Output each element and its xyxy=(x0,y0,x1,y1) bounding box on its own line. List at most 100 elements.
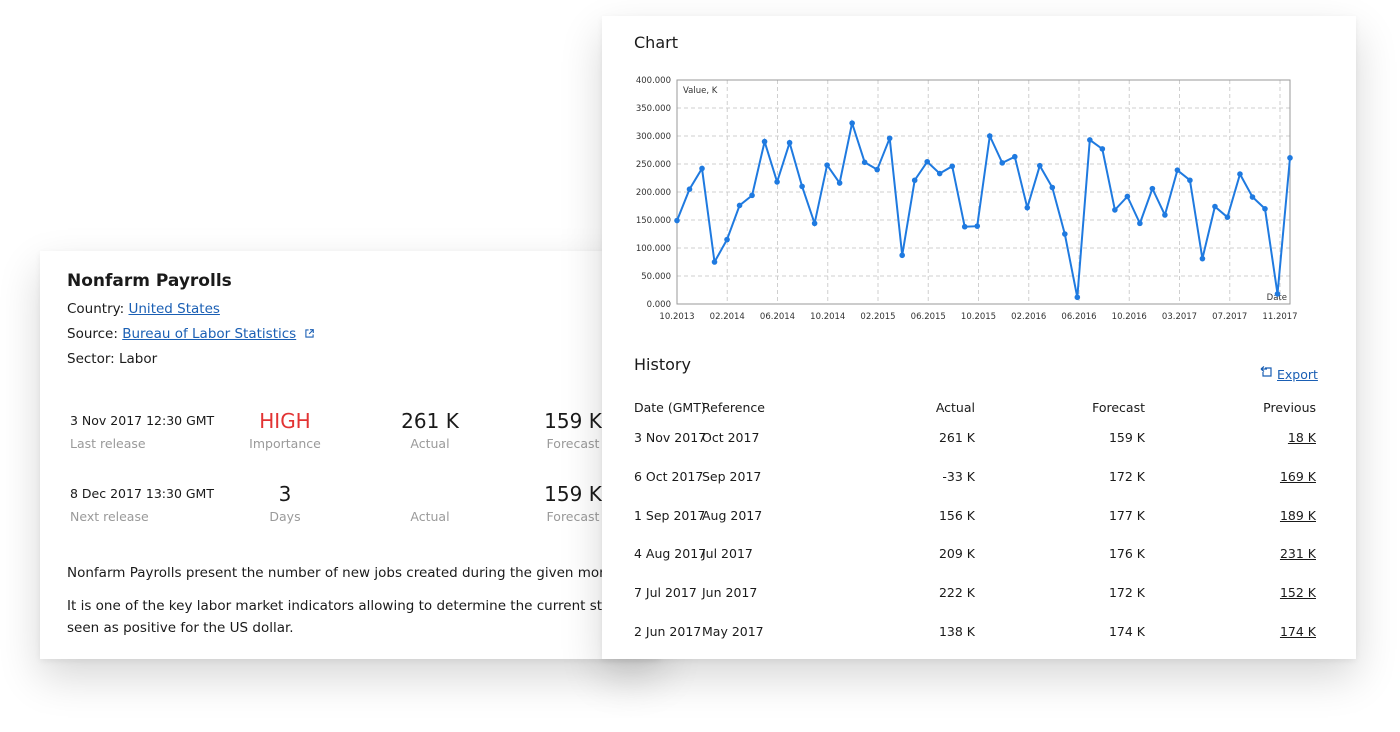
y-tick-label: 0.000 xyxy=(647,300,671,310)
table-row-cell: 138 K xyxy=(875,624,975,639)
cell-previous[interactable]: 18 K xyxy=(1288,430,1316,445)
table-row-cell: 152 K xyxy=(1216,585,1316,600)
x-tick-label: 10.2016 xyxy=(1112,312,1147,322)
y-tick-label: 300.000 xyxy=(636,132,671,142)
data-point xyxy=(887,135,893,141)
cell-date: 4 Aug 2017 xyxy=(634,546,706,561)
x-tick-label: 06.2014 xyxy=(760,312,795,322)
cell-date: 2 Jun 2017 xyxy=(634,624,701,639)
table-row-cell: 222 K xyxy=(875,585,975,600)
table-row-cell: 177 K xyxy=(1045,508,1145,523)
data-point xyxy=(699,166,705,172)
country-link[interactable]: United States xyxy=(129,301,220,317)
cell-forecast: 172 K xyxy=(1109,469,1145,484)
y-tick-label: 200.000 xyxy=(636,188,671,198)
data-point xyxy=(1225,214,1231,220)
table-row-cell: 7 Jul 2017 xyxy=(634,585,697,600)
days-label: Days xyxy=(235,509,335,524)
data-point xyxy=(1087,137,1093,143)
external-link-icon[interactable] xyxy=(305,329,314,338)
country-label: Country: xyxy=(67,301,124,317)
cell-previous[interactable]: 169 K xyxy=(1280,469,1316,484)
cell-reference: Jul 2017 xyxy=(702,546,753,561)
col-actual: Actual xyxy=(875,400,975,415)
data-point xyxy=(712,259,718,265)
x-tick-label: 02.2016 xyxy=(1011,312,1046,322)
cell-previous[interactable]: 174 K xyxy=(1280,624,1316,639)
last-actual-value: 261 K xyxy=(380,409,480,433)
data-point xyxy=(1262,206,1268,212)
source-link[interactable]: Bureau of Labor Statistics xyxy=(122,326,296,342)
cell-forecast: 159 K xyxy=(1109,430,1145,445)
importance-value: HIGH xyxy=(235,409,335,433)
x-tick-label: 06.2016 xyxy=(1061,312,1096,322)
indicator-title: Nonfarm Payrolls xyxy=(67,271,232,291)
data-point xyxy=(949,163,955,169)
table-row-cell: 2 Jun 2017 xyxy=(634,624,701,639)
table-row-cell: -33 K xyxy=(875,469,975,484)
table-row-cell: 18 K xyxy=(1216,430,1316,445)
table-row-cell: 6 Oct 2017 xyxy=(634,469,703,484)
data-point xyxy=(862,160,868,166)
description-p1: Nonfarm Payrolls present the number of n… xyxy=(67,562,627,584)
export-label: Export xyxy=(1277,367,1318,382)
x-tick-label: 10.2013 xyxy=(659,312,694,322)
cell-actual: 261 K xyxy=(939,430,975,445)
table-row-cell: Aug 2017 xyxy=(702,508,762,523)
y-tick-label: 50.000 xyxy=(641,272,671,282)
table-row-cell: 231 K xyxy=(1216,546,1316,561)
cell-date: 7 Jul 2017 xyxy=(634,585,697,600)
series-line xyxy=(677,123,1290,297)
data-point xyxy=(912,177,918,183)
x-tick-label: 06.2015 xyxy=(911,312,946,322)
data-point xyxy=(1100,146,1106,152)
cell-forecast: 172 K xyxy=(1109,585,1145,600)
chart-history-card: Chart 0.00050.000100.000150.000200.00025… xyxy=(602,16,1356,659)
x-tick-label: 02.2014 xyxy=(710,312,745,322)
data-point xyxy=(1150,186,1156,192)
x-tick-label: 03.2017 xyxy=(1162,312,1197,322)
cell-previous[interactable]: 152 K xyxy=(1280,585,1316,600)
data-point xyxy=(899,252,905,258)
data-point xyxy=(1212,204,1218,210)
cell-forecast: 176 K xyxy=(1109,546,1145,561)
data-point xyxy=(1062,231,1068,237)
sector-row: Sector: Labor xyxy=(67,351,157,367)
data-point xyxy=(1075,294,1081,300)
x-tick-label: 02.2015 xyxy=(860,312,895,322)
x-tick-label: 10.2014 xyxy=(810,312,845,322)
table-row-cell: 209 K xyxy=(875,546,975,561)
data-point xyxy=(1237,171,1243,177)
table-row-cell: 172 K xyxy=(1045,469,1145,484)
x-tick-label: 10.2015 xyxy=(961,312,996,322)
table-row-cell: 261 K xyxy=(875,430,975,445)
data-point xyxy=(874,167,880,173)
cell-previous[interactable]: 231 K xyxy=(1280,546,1316,561)
cell-actual: 156 K xyxy=(939,508,975,523)
last-actual-label: Actual xyxy=(380,436,480,451)
data-point xyxy=(1162,212,1168,218)
data-point xyxy=(1175,167,1181,173)
x-tick-label: 11.2017 xyxy=(1262,312,1297,322)
data-point xyxy=(987,133,993,139)
export-button[interactable]: Export xyxy=(1260,365,1318,382)
history-title: History xyxy=(634,355,691,374)
data-point xyxy=(924,159,930,165)
x-tick-label: 07.2017 xyxy=(1212,312,1247,322)
days-value: 3 xyxy=(235,482,335,506)
data-point xyxy=(1187,177,1193,183)
data-point xyxy=(749,193,755,199)
col-forecast: Forecast xyxy=(1045,400,1145,415)
table-row-cell: Sep 2017 xyxy=(702,469,761,484)
data-point xyxy=(1287,155,1293,161)
data-point xyxy=(999,160,1005,166)
cell-actual: 222 K xyxy=(939,585,975,600)
cell-reference: Jun 2017 xyxy=(702,585,757,600)
sector-label: Sector: xyxy=(67,351,115,367)
line-chart: 0.00050.000100.000150.000200.000250.0003… xyxy=(602,16,1356,336)
cell-previous[interactable]: 189 K xyxy=(1280,508,1316,523)
table-row-cell: 3 Nov 2017 xyxy=(634,430,706,445)
cell-reference: Oct 2017 xyxy=(702,430,759,445)
cell-date: 6 Oct 2017 xyxy=(634,469,703,484)
data-point xyxy=(974,223,980,229)
